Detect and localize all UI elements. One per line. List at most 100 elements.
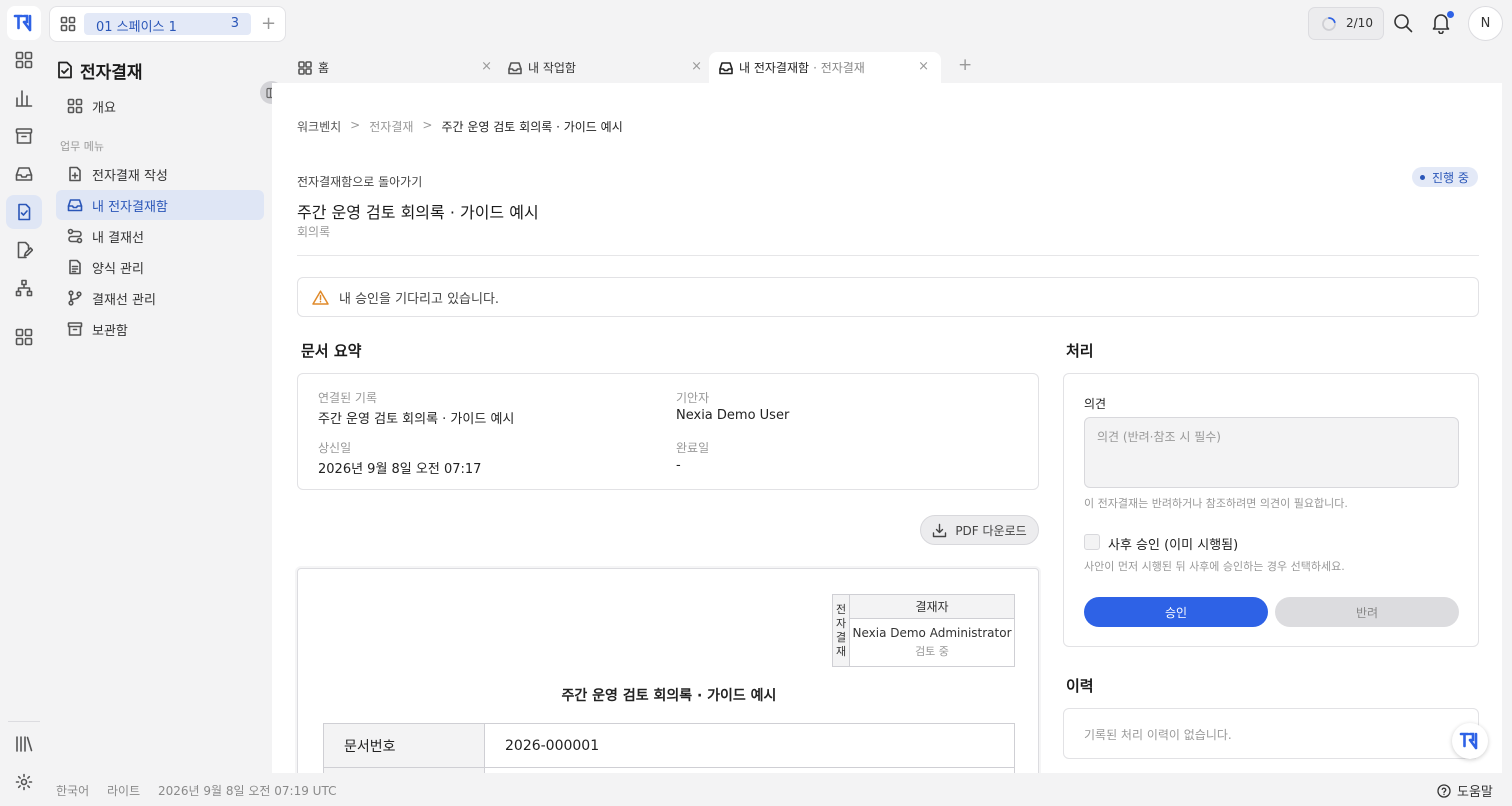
help-link[interactable]: 도움말 [1437, 781, 1493, 800]
page-title: 주간 운영 검토 회의록 · 가이드 예시 [297, 203, 539, 222]
sidebar-item-forms[interactable]: 양식 관리 [56, 252, 264, 282]
reject-button[interactable]: 반려 [1275, 597, 1459, 627]
route-icon [67, 228, 83, 244]
document-preview: 전자결재 결재자 Nexia Demo Administrator 검토 중 주… [297, 568, 1039, 773]
sidebar-item-archive[interactable]: 보관함 [56, 314, 264, 344]
sidebar-item-my-route[interactable]: 내 결재선 [56, 221, 264, 251]
approve-button[interactable]: 승인 [1084, 597, 1268, 627]
sidebar-item-label: 결재선 관리 [92, 292, 156, 308]
approver-cell: Nexia Demo Administrator 검토 중 [849, 618, 1015, 667]
sidebar-item-my-inbox[interactable]: 내 전자결재함 [56, 190, 264, 220]
submitted-label: 상신일 [318, 441, 352, 455]
footer-timestamp: 2026년 9월 8일 오전 07:19 UTC [158, 784, 337, 798]
summary-card: 연결된 기록 주간 운영 검토 회의록 · 가이드 예시 기안자 Nexia D… [297, 373, 1039, 490]
pending-alert: 내 승인을 기다리고 있습니다. [297, 277, 1479, 317]
back-link[interactable]: 전자결재함으로 돌아가기 [297, 173, 422, 190]
close-icon[interactable]: × [691, 59, 702, 74]
space-name: 01 스페이스 1 [96, 20, 177, 35]
breadcrumb-root[interactable]: 워크벤치 [297, 118, 341, 135]
table-cell [484, 767, 1015, 773]
history-heading: 이력 [1066, 677, 1094, 695]
opinion-input[interactable] [1084, 417, 1459, 488]
avatar[interactable]: N [1468, 6, 1503, 41]
logo-icon [1459, 732, 1478, 750]
theme-switch[interactable]: 라이트 [107, 782, 140, 799]
opinion-hint: 이 전자결재는 반려하거나 참조하려면 의견이 필요합니다. [1084, 497, 1348, 510]
summary-heading: 문서 요약 [301, 342, 362, 360]
post-approval-label[interactable]: 사후 승인 (이미 시행됨) [1108, 534, 1238, 553]
language-switch[interactable]: 한국어 [56, 782, 89, 799]
post-approval-checkbox[interactable] [1084, 534, 1100, 550]
linked-record-value[interactable]: 주간 운영 검토 회의록 · 가이드 예시 [318, 408, 514, 427]
approver-header: 결재자 [849, 594, 1015, 619]
space-switcher[interactable]: 01 스페이스 1 3 + [49, 6, 286, 42]
history-card: 기록된 처리 이력이 없습니다. [1063, 708, 1479, 759]
add-tab-icon[interactable]: + [958, 55, 972, 75]
warning-icon [312, 289, 329, 305]
paper-title: 주간 운영 검토 회의록 · 가이드 예시 [561, 688, 777, 704]
sidebar-item-route-admin[interactable]: 결재선 관리 [56, 283, 264, 313]
status-dot [1420, 174, 1425, 180]
rail-doc-edit-icon[interactable] [6, 233, 42, 267]
rail-doc-check-icon[interactable] [6, 195, 42, 229]
form-icon [67, 259, 83, 275]
divider [297, 255, 1479, 256]
sidebar-item-label: 내 전자결재함 [92, 199, 168, 215]
completed-label: 완료일 [676, 441, 710, 455]
completed-value: - [676, 458, 681, 473]
app-logo[interactable] [7, 6, 41, 40]
inbox-icon [67, 197, 83, 213]
rail-org-chart-icon[interactable] [6, 271, 42, 305]
process-card: 의견 이 전자결재는 반려하거나 참조하려면 의견이 필요합니다. 사후 승인 … [1063, 373, 1479, 647]
table-row: 문서번호 2026-000001 [323, 723, 1015, 768]
rail-divider [8, 721, 40, 722]
tab-my-approval-box[interactable]: 내 전자결재함 · 전자결재 × [709, 52, 941, 83]
doc-number-value: 2026-000001 [484, 723, 1015, 768]
rail-bar-chart-icon[interactable] [6, 81, 42, 115]
sidebar-item-compose[interactable]: 전자결재 작성 [56, 159, 264, 189]
opinion-label: 의견 [1084, 397, 1107, 411]
search-icon[interactable] [1393, 13, 1413, 33]
rail-settings-icon[interactable] [6, 765, 42, 799]
assistant-fab[interactable] [1452, 723, 1488, 759]
linked-record-label: 연결된 기록 [318, 391, 378, 405]
table-row [323, 767, 1015, 773]
tab-label: 내 작업함 [528, 61, 576, 75]
sidebar-item-label: 개요 [92, 100, 116, 116]
add-space-icon[interactable]: + [261, 15, 276, 33]
space-chip[interactable]: 01 스페이스 1 3 [84, 13, 251, 35]
close-icon[interactable]: × [918, 59, 929, 74]
alert-text: 내 승인을 기다리고 있습니다. [339, 291, 500, 307]
sidebar-section-label: 업무 메뉴 [60, 140, 104, 153]
breadcrumb-mid[interactable]: 전자결재 [369, 118, 413, 135]
rail-grid-icon[interactable] [6, 43, 42, 77]
chevron-right-icon: > [422, 118, 433, 132]
rail-archive-icon[interactable] [6, 119, 42, 153]
rail-inbox-icon[interactable] [6, 157, 42, 191]
tab-label: 내 전자결재함 [739, 61, 810, 75]
tab-label: 홈 [318, 61, 330, 75]
drafter-value: Nexia Demo User [676, 408, 790, 423]
doc-number-label: 문서번호 [323, 723, 485, 768]
sidebar-item-label: 보관함 [92, 323, 128, 339]
help-icon [1437, 783, 1451, 798]
rail-apps-icon[interactable] [6, 320, 42, 354]
approval-stamp-table: 전자결재 결재자 Nexia Demo Administrator 검토 중 [832, 594, 1015, 667]
grid-icon [67, 98, 83, 114]
sidebar-item-label: 전자결재 작성 [92, 168, 168, 184]
sidebar-title: 전자결재 [80, 63, 143, 83]
sidebar-item-label: 내 결재선 [92, 230, 144, 246]
status-label: 진행 중 [1432, 170, 1469, 185]
sidebar-item-overview[interactable]: 개요 [56, 91, 264, 121]
grid-icon [298, 60, 312, 75]
pdf-download-button[interactable]: PDF 다운로드 [920, 515, 1039, 545]
tab-home[interactable]: 홈 × [272, 52, 504, 83]
progress-indicator[interactable]: 2/10 [1308, 7, 1384, 40]
tab-my-tasks[interactable]: 내 작업함 × [482, 52, 714, 83]
submitted-value: 2026년 9월 8일 오전 07:17 [318, 462, 482, 477]
approver-state: 검토 중 [915, 645, 949, 658]
drafter-label: 기안자 [676, 391, 710, 405]
rail-library-icon[interactable] [6, 727, 42, 761]
history-empty-text: 기록된 처리 이력이 없습니다. [1084, 728, 1232, 742]
breadcrumb: 워크벤치 > 전자결재 > 주간 운영 검토 회의록 · 가이드 예시 [297, 118, 623, 135]
